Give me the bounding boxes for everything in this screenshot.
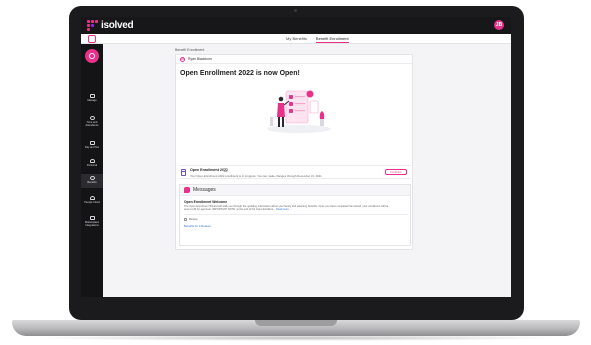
review-checkbox-label: Review bbox=[189, 218, 198, 221]
sidebar-item-benefits[interactable]: Benefits bbox=[81, 174, 103, 188]
sidebar-home-button[interactable] bbox=[85, 49, 99, 63]
person-icon bbox=[89, 159, 95, 163]
money-icon bbox=[89, 141, 95, 145]
top-bar: isolved JB bbox=[81, 17, 511, 34]
employee-name[interactable]: Ryan Blackburn bbox=[188, 57, 212, 61]
message-body-line: sent to HR for approval. IMPORTANT NOTE:… bbox=[184, 208, 388, 211]
tab-my-benefits[interactable]: My Benefits bbox=[286, 35, 307, 43]
laptop-notch bbox=[255, 320, 337, 326]
sidebar-item-personal[interactable]: Personal bbox=[81, 157, 103, 167]
page-title: Open Enrollment 2022 is now Open! bbox=[180, 70, 300, 77]
sidebar-item-manage[interactable]: Manage bbox=[81, 92, 103, 102]
grid-icon bbox=[89, 216, 95, 220]
message-body: The Open Enrollment Wizard will walk you… bbox=[184, 205, 388, 212]
messages-card: Messages Open Enrollment Welcome The Ope… bbox=[179, 184, 411, 246]
sidebar-item-label: Personal bbox=[86, 164, 98, 167]
message-subject: Open Enrollment Welcome bbox=[184, 200, 228, 204]
panel-header: RB Ryan Blackburn bbox=[176, 55, 412, 64]
sidebar: Manage Time and Attendance Pay and Tax P… bbox=[81, 44, 103, 297]
people-icon bbox=[89, 94, 95, 98]
tab-benefit-enrollment[interactable]: Benefit Enrollment bbox=[315, 35, 349, 43]
messages-title: Messages bbox=[193, 187, 216, 193]
breadcrumb: Benefit Enrollment bbox=[175, 48, 205, 52]
app-screen: isolved JB My Benefits Benefit Enrollmen… bbox=[81, 17, 511, 297]
cloud-icon bbox=[89, 196, 95, 200]
divider bbox=[184, 214, 408, 215]
message-icon bbox=[184, 187, 190, 193]
enrollment-panel: RB Ryan Blackburn Open Enrollment 2022 i… bbox=[175, 54, 413, 250]
clock-icon bbox=[89, 116, 95, 120]
sub-navigation: My Benefits Benefit Enrollment bbox=[81, 34, 511, 44]
message-from-link[interactable]: Benefits for a Reason bbox=[184, 224, 211, 228]
laptop-mockup: isolved JB My Benefits Benefit Enrollmen… bbox=[0, 0, 591, 345]
user-avatar[interactable]: JB bbox=[494, 20, 504, 30]
status-badge bbox=[223, 168, 228, 172]
enrollment-status-row: Open Enrollment 2022 Your Open Enrollmen… bbox=[179, 165, 411, 179]
status-description: Your Open Enrollment 2022 enrollment is … bbox=[190, 174, 322, 178]
sidebar-item-label: Manage bbox=[87, 99, 97, 102]
read-more-link[interactable]: Read more bbox=[276, 208, 289, 211]
heart-icon bbox=[89, 176, 95, 180]
sidebar-item-label: Benefits bbox=[87, 181, 97, 184]
brand-logo[interactable]: isolved bbox=[87, 19, 134, 32]
enrollment-illustration bbox=[267, 90, 331, 133]
sidebar-item-pay-tax[interactable]: Pay and Tax bbox=[81, 139, 103, 149]
message-body-text: sent to HR for approval. IMPORTANT NOTE:… bbox=[184, 208, 276, 212]
messages-header: Messages bbox=[180, 185, 410, 196]
sidebar-item-time-attendance[interactable]: Time and Attendance bbox=[81, 114, 103, 127]
sidebar-item-label: Time and Attendance bbox=[85, 121, 99, 127]
sidebar-item-people-cloud[interactable]: People Cloud bbox=[81, 194, 103, 204]
review-checkbox[interactable] bbox=[184, 218, 187, 221]
brand-name: isolved bbox=[101, 20, 134, 31]
home-icon bbox=[88, 52, 96, 60]
calendar-icon bbox=[181, 169, 186, 176]
laptop-camera bbox=[294, 9, 297, 12]
brand-logo-icon bbox=[87, 20, 99, 31]
sidebar-item-marketplace[interactable]: Marketplace Integrations bbox=[81, 214, 103, 227]
continue-button[interactable]: Continue bbox=[385, 169, 407, 175]
sidebar-item-label: Pay and Tax bbox=[84, 146, 100, 149]
employee-avatar: RB bbox=[180, 56, 185, 62]
sidebar-item-label: Marketplace Integrations bbox=[84, 221, 100, 227]
home-icon[interactable] bbox=[88, 35, 96, 43]
tab-list: My Benefits Benefit Enrollment bbox=[286, 35, 349, 43]
sidebar-item-label: People Cloud bbox=[84, 201, 100, 204]
